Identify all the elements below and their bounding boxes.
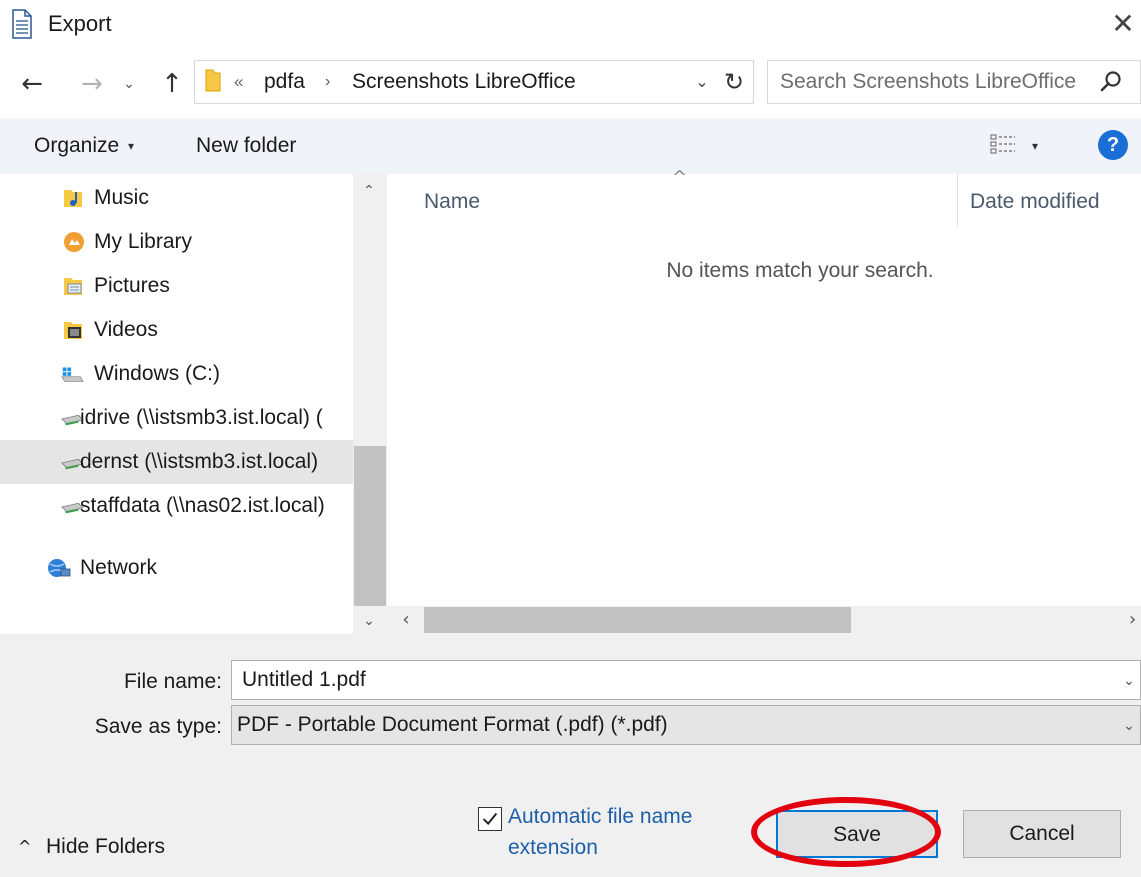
organize-button[interactable]: Organize — [34, 131, 119, 161]
sidebar-item-label: staffdata (\\nas02.ist.local) — [80, 494, 325, 517]
column-header-date-modified[interactable]: Date modified — [970, 187, 1100, 217]
scroll-down-icon[interactable]: ⌄ — [359, 611, 379, 631]
auto-extension-checkbox[interactable] — [478, 807, 502, 831]
sidebar-item-label: Windows (C:) — [94, 362, 221, 385]
cancel-button[interactable]: Cancel — [963, 810, 1121, 858]
sidebar-item-label: Pictures — [94, 274, 170, 297]
sidebar-item-idrive[interactable]: idrive (\\istsmb3.ist.local) ( — [0, 396, 353, 440]
caret-down-icon[interactable]: ▾ — [1032, 133, 1038, 159]
file-name-label: File name: — [123, 670, 222, 693]
empty-message: No items match your search. — [666, 259, 934, 282]
recent-locations-icon[interactable]: ⌄ — [117, 66, 141, 102]
refresh-button[interactable]: ↻ — [719, 66, 749, 98]
save-button[interactable]: Save — [776, 810, 938, 858]
sidebar-item-pictures[interactable]: Pictures — [0, 264, 353, 308]
folder-icon — [205, 69, 221, 92]
breadcrumb-overflow-icon[interactable]: « — [234, 70, 243, 94]
chevron-down-icon[interactable]: ⌄ — [1119, 714, 1139, 738]
sidebar-item-music[interactable]: Music — [0, 176, 353, 220]
column-divider[interactable] — [957, 174, 958, 226]
sidebar-item-network[interactable]: Network — [0, 546, 353, 590]
address-dropdown-icon[interactable]: ⌄ — [690, 68, 714, 96]
sidebar-item-label: Network — [80, 556, 158, 579]
save-as-type-value[interactable]: PDF - Portable Document Format (.pdf) (*… — [237, 710, 668, 740]
sidebar-item-label: Music — [94, 186, 149, 209]
scroll-up-icon[interactable]: ⌃ — [359, 181, 379, 201]
save-as-type-label: Save as type: — [94, 715, 222, 738]
document-icon — [12, 9, 32, 39]
close-icon[interactable]: ✕ — [1108, 6, 1138, 42]
hide-folders-button[interactable]: Hide Folders — [46, 832, 165, 862]
scroll-right-icon[interactable]: › — [1129, 609, 1141, 631]
library-icon — [64, 232, 84, 252]
column-header-name[interactable]: Name — [424, 187, 480, 217]
chevron-down-icon[interactable]: ⌄ — [1119, 669, 1139, 693]
scroll-left-icon[interactable]: ‹ — [396, 609, 416, 631]
sidebar-item-dernst[interactable]: dernst (\\istsmb3.ist.local) — [0, 440, 353, 484]
back-button[interactable]: ← — [14, 66, 50, 102]
caret-down-icon[interactable]: ▾ — [128, 133, 134, 159]
sidebar-item-videos[interactable]: Videos — [0, 308, 353, 352]
help-icon[interactable]: ? — [1098, 130, 1128, 160]
forward-button[interactable]: → — [74, 66, 110, 102]
breadcrumb-item[interactable]: Screenshots LibreOffice — [352, 67, 576, 97]
file-name-input[interactable] — [231, 660, 1141, 700]
sort-ascending-icon: ^ — [672, 167, 688, 188]
breadcrumb-separator-icon[interactable]: › — [325, 70, 330, 94]
sidebar-item-label: dernst (\\istsmb3.ist.local) — [80, 450, 319, 473]
search-placeholder[interactable]: Search Screenshots LibreOffice — [780, 67, 1076, 97]
command-toolbar — [0, 118, 1141, 174]
new-folder-button[interactable]: New folder — [196, 131, 296, 161]
file-list[interactable] — [387, 174, 1141, 606]
sidebar-item-staffdata[interactable]: staffdata (\\nas02.ist.local) — [0, 484, 353, 528]
navigation-pane: Music My Library Pictures Videos Windows… — [0, 174, 387, 634]
auto-extension-label[interactable]: Automatic file name extension — [508, 801, 728, 863]
window-title: Export — [48, 11, 112, 36]
sidebar-scroll-thumb[interactable] — [354, 446, 386, 606]
sidebar-item-label: Videos — [94, 318, 158, 341]
sidebar-item-label: idrive (\\istsmb3.ist.local) ( — [80, 406, 323, 429]
music-folder-icon — [64, 190, 82, 207]
videos-folder-icon — [64, 322, 82, 339]
title-bar — [0, 0, 1141, 52]
view-options-icon[interactable] — [988, 133, 1018, 157]
network-icon — [48, 559, 71, 577]
windows-drive-icon — [61, 367, 84, 382]
sidebar-item-windows-c[interactable]: Windows (C:) — [0, 352, 353, 396]
file-name-value[interactable]: Untitled 1.pdf — [242, 665, 366, 695]
horizontal-scroll-thumb[interactable] — [424, 607, 851, 633]
chevron-up-icon[interactable]: ^ — [18, 836, 31, 858]
search-icon[interactable] — [1098, 69, 1124, 95]
sidebar-item-label: My Library — [94, 230, 193, 253]
sidebar-item-my-library[interactable]: My Library — [0, 220, 353, 264]
breadcrumb-item[interactable]: pdfa — [264, 67, 305, 97]
pictures-folder-icon — [64, 278, 82, 295]
up-button[interactable]: ↑ — [154, 66, 190, 102]
